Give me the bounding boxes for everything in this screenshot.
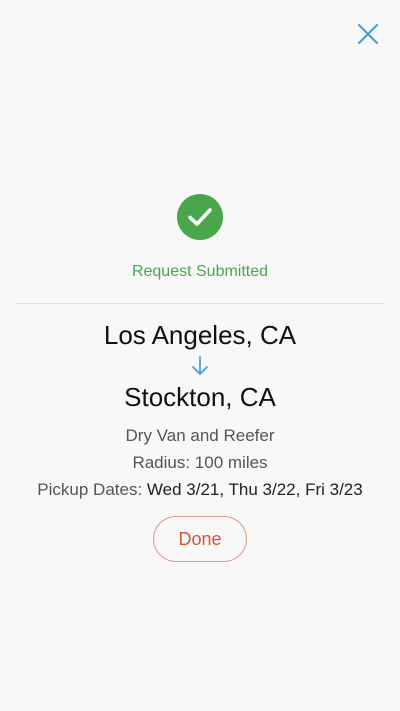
close-button[interactable]	[356, 22, 380, 46]
divider	[16, 303, 384, 304]
origin-city: Los Angeles, CA	[103, 320, 297, 350]
pickup-dates-value: Wed 3/21, Thu 3/22, Fri 3/23	[146, 480, 363, 499]
radius-text: Radius: 100 miles	[132, 453, 268, 472]
success-section: Request Submitted	[0, 194, 400, 282]
close-icon	[357, 23, 379, 45]
arrow-down-icon	[0, 352, 400, 380]
destination-city: Stockton, CA	[124, 382, 276, 412]
route-section: Los Angeles, CA Stockton, CA	[0, 318, 400, 414]
check-circle-icon	[177, 194, 223, 240]
pickup-dates: Pickup Dates: Wed 3/21, Thu 3/22, Fri 3/…	[0, 476, 400, 503]
status-text: Request Submitted	[131, 263, 269, 280]
equipment-type: Dry Van and Reefer	[125, 426, 275, 445]
done-button[interactable]: Done	[153, 516, 247, 562]
request-details: Dry Van and Reefer Radius: 100 miles Pic…	[0, 422, 400, 503]
pickup-dates-label: Pickup Dates:	[37, 480, 143, 499]
